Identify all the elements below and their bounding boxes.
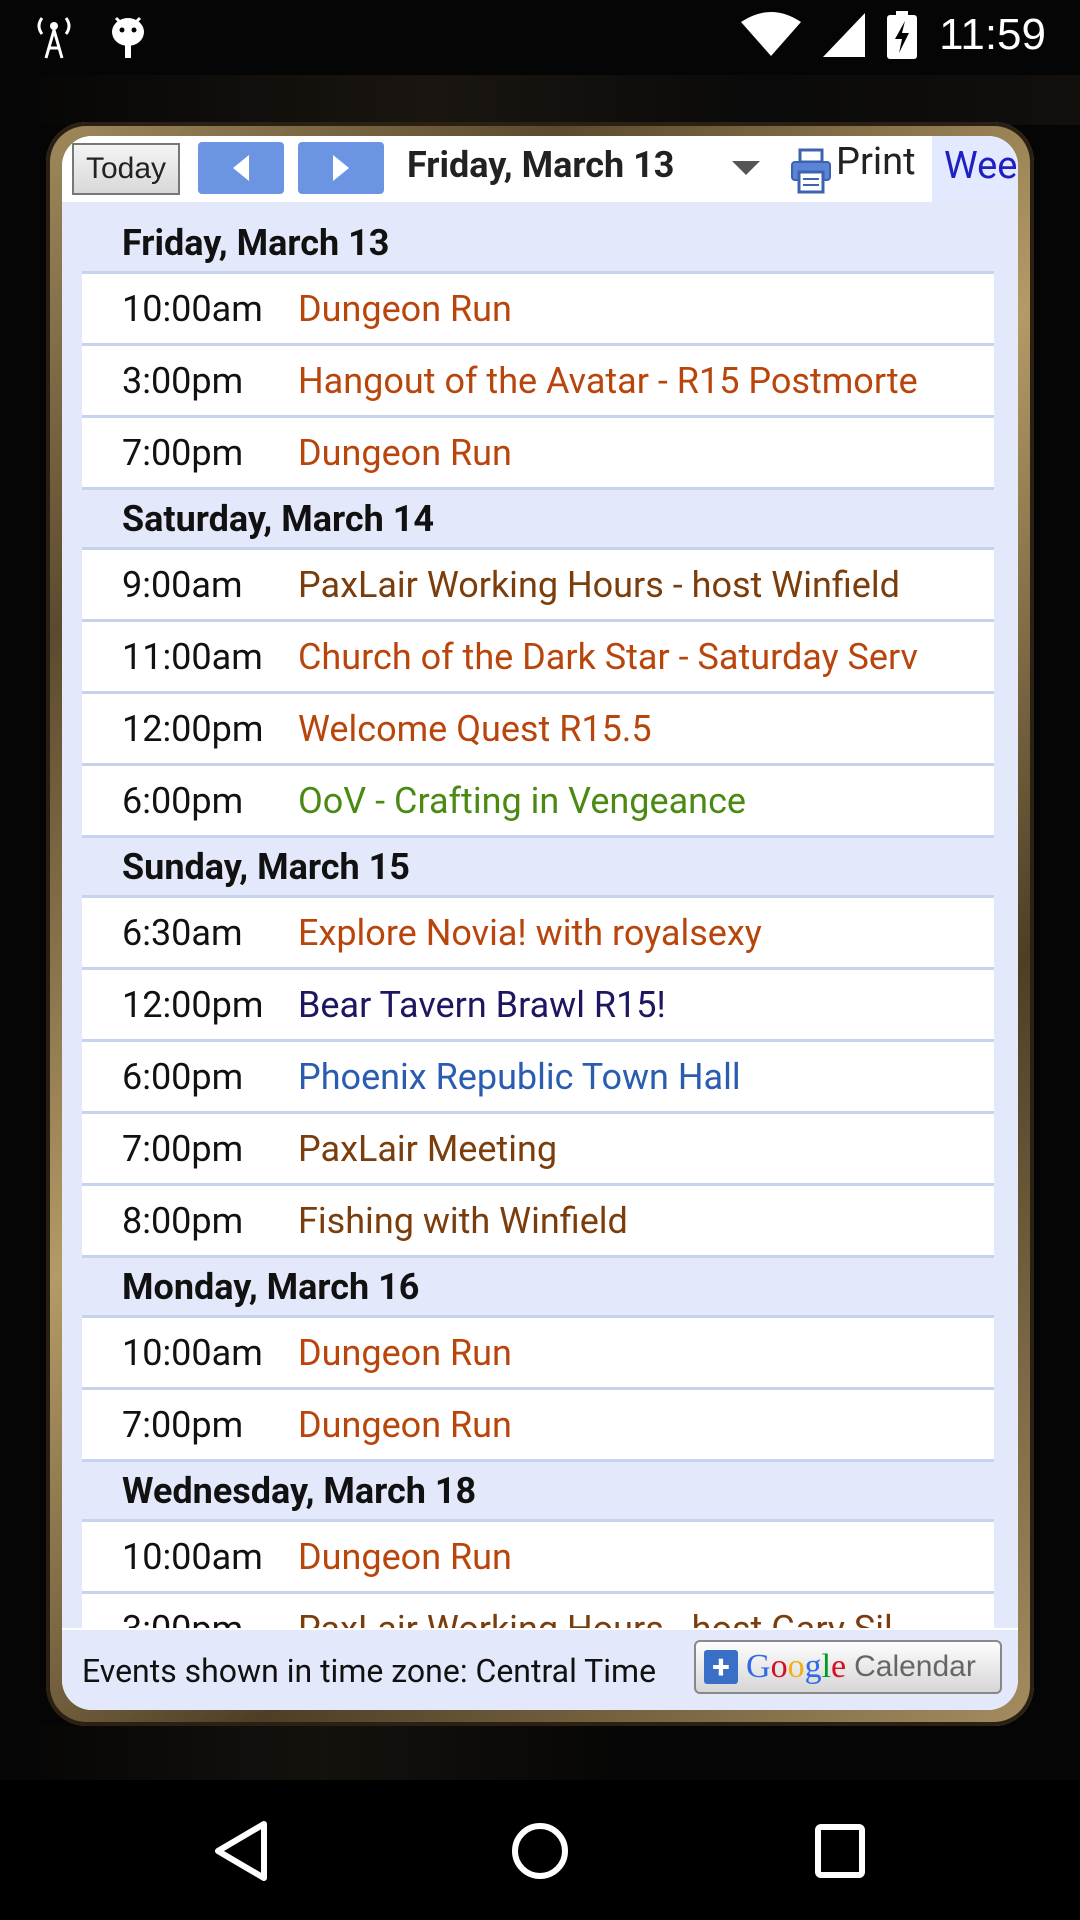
calendar-widget: Today Friday, March 13 Print Wee Friday,… — [62, 136, 1018, 1710]
signal-tower-icon — [37, 17, 71, 59]
event-title[interactable]: PaxLair Working Hours - host Gary Sil — [298, 1608, 954, 1629]
today-button[interactable]: Today — [72, 143, 180, 195]
next-button[interactable] — [298, 142, 384, 194]
event-row[interactable]: 3:00pmPaxLair Working Hours - host Gary … — [82, 1594, 994, 1628]
event-time: 10:00am — [122, 287, 263, 330]
day-header: Monday, March 16 — [82, 1258, 994, 1318]
clock: 11:59 — [939, 10, 1046, 59]
event-time: 9:00am — [122, 563, 243, 606]
timezone-text: Events shown in time zone: Central Time — [82, 1652, 657, 1690]
event-row[interactable]: 6:00pm OoV - Crafting in Vengeance — [82, 766, 994, 838]
event-time: 7:00pm — [122, 1127, 244, 1170]
calendar-toolbar: Today Friday, March 13 Print Wee — [62, 136, 1018, 202]
event-title[interactable]: Bear Tavern Brawl R15! — [298, 984, 954, 1026]
print-button[interactable]: Print — [836, 140, 916, 184]
event-row[interactable]: 11:00am Church of the Dark Star - Saturda… — [82, 622, 994, 694]
event-time: 10:00am — [122, 1331, 263, 1374]
event-time: 11:00am — [122, 635, 263, 678]
event-title[interactable]: Dungeon Run — [298, 1536, 954, 1578]
event-title[interactable]: Explore Novia! with royalsexy — [298, 912, 954, 954]
event-time: 3:00pm — [82, 1608, 298, 1629]
event-row[interactable]: 9:00am PaxLair Working Hours - host Winfi… — [82, 550, 994, 622]
day-header: Saturday, March 14 — [82, 490, 994, 550]
event-row[interactable]: 7:00pm Dungeon Run — [82, 418, 994, 490]
event-time: 6:00pm — [122, 1055, 244, 1098]
event-time: 12:00pm — [122, 983, 264, 1026]
event-row[interactable]: 7:00pm Dungeon Run — [82, 1390, 994, 1462]
event-row[interactable]: 8:00pm Fishing with Winfield — [82, 1186, 994, 1258]
day-header: Friday, March 13 — [82, 214, 994, 274]
event-time: 3:00pm — [122, 359, 244, 402]
event-time: 7:00pm — [122, 1403, 244, 1446]
event-title[interactable]: Dungeon Run — [298, 1332, 954, 1374]
event-row[interactable]: 7:00pm PaxLair Meeting — [82, 1114, 994, 1186]
event-title[interactable]: Hangout of the Avatar - R15 Postmorte — [298, 360, 954, 402]
tab-week[interactable]: Wee — [932, 136, 1018, 202]
event-title[interactable]: Welcome Quest R15.5 — [298, 708, 954, 750]
wallpaper-band — [0, 1726, 1080, 1780]
android-icon — [112, 16, 144, 58]
event-title[interactable]: Dungeon Run — [298, 1404, 954, 1446]
printer-icon[interactable] — [790, 148, 832, 194]
event-title[interactable]: Dungeon Run — [298, 288, 954, 330]
tab-week-label: Wee — [944, 144, 1018, 188]
event-time: 6:00pm — [122, 779, 244, 822]
back-icon[interactable] — [212, 1820, 270, 1882]
event-title[interactable]: Fishing with Winfield — [298, 1200, 954, 1242]
event-row[interactable]: 10:00am Dungeon Run — [82, 1522, 994, 1594]
event-title[interactable]: PaxLair Working Hours - host Winfield — [298, 564, 954, 606]
event-title[interactable]: Dungeon Run — [298, 432, 954, 474]
cell-signal-icon — [823, 13, 866, 57]
event-title[interactable]: OoV - Crafting in Vengeance — [298, 780, 954, 822]
date-dropdown-icon[interactable] — [732, 161, 760, 175]
event-row[interactable]: 12:00pm Welcome Quest R15.5 — [82, 694, 994, 766]
previous-button[interactable] — [198, 142, 284, 194]
event-row[interactable]: 6:30am Explore Novia! with royalsexy — [82, 898, 994, 970]
battery-charging-icon — [887, 11, 918, 59]
left-arrow-icon — [233, 155, 249, 181]
calendar-widget-frame: Today Friday, March 13 Print Wee Friday,… — [46, 122, 1034, 1726]
event-time: 8:00pm — [122, 1199, 244, 1242]
status-bar: 11:59 — [0, 0, 1080, 75]
event-time: 12:00pm — [122, 707, 264, 750]
wallpaper-band — [0, 75, 1080, 125]
event-time: 6:30am — [122, 911, 243, 954]
event-title[interactable]: Church of the Dark Star - Saturday Serv — [298, 636, 954, 678]
right-arrow-icon — [333, 155, 349, 181]
event-row[interactable]: 10:00am Dungeon Run — [82, 1318, 994, 1390]
agenda-list[interactable]: Friday, March 13 10:00am Dungeon Run 3:00pm… — [62, 202, 1018, 1628]
calendar-footer: Events shown in time zone: Central Time … — [62, 1630, 1018, 1710]
event-title[interactable]: PaxLair Meeting — [298, 1128, 954, 1170]
event-row[interactable]: 10:00am Dungeon Run — [82, 274, 994, 346]
calendar-label: Calendar — [854, 1650, 976, 1683]
google-logo: Google — [746, 1648, 847, 1685]
event-row[interactable]: 12:00pm Bear Tavern Brawl R15! — [82, 970, 994, 1042]
google-calendar-button[interactable]: + Google Calendar — [694, 1640, 1002, 1694]
day-header: Wednesday, March 18 — [82, 1462, 994, 1522]
home-icon[interactable] — [510, 1820, 570, 1882]
navigation-bar — [0, 1780, 1080, 1920]
event-time: 10:00am — [122, 1535, 263, 1578]
recents-icon[interactable] — [814, 1820, 866, 1882]
wifi-icon — [741, 12, 802, 56]
event-row[interactable]: 3:00pm Hangout of the Avatar - R15 Postmo… — [82, 346, 994, 418]
day-header: Sunday, March 15 — [82, 838, 994, 898]
event-row[interactable]: 6:00pm Phoenix Republic Town Hall — [82, 1042, 994, 1114]
event-time: 7:00pm — [122, 431, 244, 474]
event-title[interactable]: Phoenix Republic Town Hall — [298, 1056, 954, 1098]
plus-icon: + — [704, 1650, 738, 1684]
current-date-label[interactable]: Friday, March 13 — [407, 144, 674, 186]
